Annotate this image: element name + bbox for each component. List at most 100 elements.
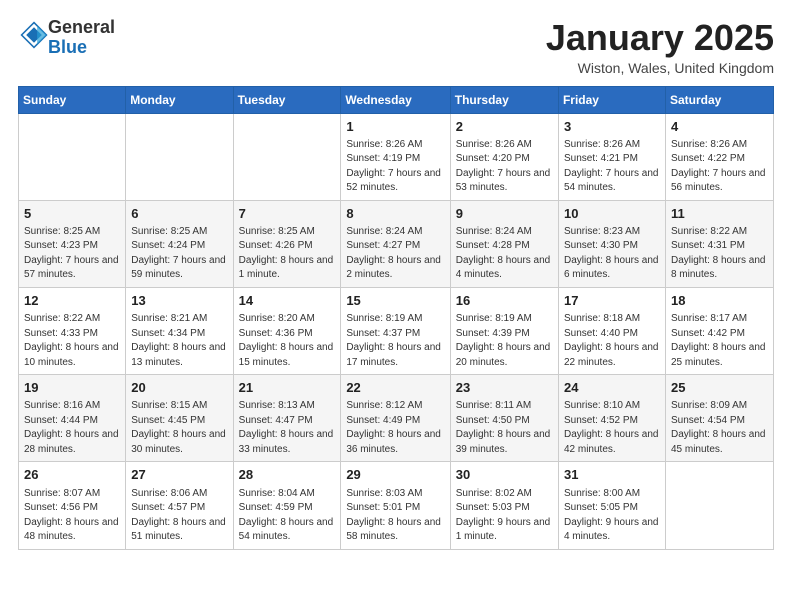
day-number: 20 [131, 379, 227, 397]
day-number: 10 [564, 205, 660, 223]
location: Wiston, Wales, United Kingdom [546, 60, 774, 76]
week-row-5: 26 Sunrise: 8:07 AM Sunset: 4:56 PM Dayli… [19, 462, 774, 549]
day-number: 30 [456, 466, 553, 484]
day-info: Sunrise: 8:03 AM Sunset: 5:01 PM Dayligh… [346, 487, 444, 545]
day-info: Sunrise: 8:07 AM Sunset: 4:56 PM Dayligh… [24, 487, 120, 545]
header-sunday: Sunday [19, 86, 126, 113]
calendar-cell: 21Sunrise: 8:13 AM Sunset: 4:47 PM Dayli… [233, 375, 341, 462]
calendar-cell: 22Sunrise: 8:12 AM Sunset: 4:49 PM Dayli… [341, 375, 450, 462]
day-number: 16 [456, 292, 553, 310]
day-info: Sunrise: 8:17 AM Sunset: 4:42 PM Dayligh… [671, 312, 768, 370]
day-number: 11 [671, 205, 768, 223]
calendar-cell [126, 113, 233, 200]
weekday-header-row: Sunday Monday Tuesday Wednesday Thursday… [19, 86, 774, 113]
day-info: Sunrise: 8:26 AM Sunset: 4:19 PM Dayligh… [346, 138, 444, 196]
calendar-cell: 26 Sunrise: 8:07 AM Sunset: 4:56 PM Dayli… [19, 462, 126, 549]
calendar-cell: 9 Sunrise: 8:24 AM Sunset: 4:28 PM Daylig… [450, 200, 558, 287]
calendar-cell: 8Sunrise: 8:24 AM Sunset: 4:27 PM Daylig… [341, 200, 450, 287]
calendar-cell [233, 113, 341, 200]
day-number: 24 [564, 379, 660, 397]
day-number: 22 [346, 379, 444, 397]
day-info: Sunrise: 8:19 AM Sunset: 4:37 PM Dayligh… [346, 312, 444, 370]
logo-blue-text: Blue [48, 37, 87, 57]
calendar-cell: 28 Sunrise: 8:04 AM Sunset: 4:59 PM Dayli… [233, 462, 341, 549]
day-info: Sunrise: 8:26 AM Sunset: 4:22 PM Dayligh… [671, 138, 768, 196]
day-info: Sunrise: 8:15 AM Sunset: 4:45 PM Dayligh… [131, 399, 227, 457]
header-saturday: Saturday [665, 86, 773, 113]
calendar-cell: 16Sunrise: 8:19 AM Sunset: 4:39 PM Dayli… [450, 287, 558, 374]
day-number: 28 [239, 466, 336, 484]
day-number: 31 [564, 466, 660, 484]
calendar-cell: 14 Sunrise: 8:20 AM Sunset: 4:36 PM Dayli… [233, 287, 341, 374]
day-number: 14 [239, 292, 336, 310]
day-info: Sunrise: 8:13 AM Sunset: 4:47 PM Dayligh… [239, 399, 336, 457]
calendar-cell: 20 Sunrise: 8:15 AM Sunset: 4:45 PM Dayli… [126, 375, 233, 462]
logo: General Blue [18, 18, 115, 58]
calendar-cell: 19 Sunrise: 8:16 AM Sunset: 4:44 PM Dayli… [19, 375, 126, 462]
calendar-cell: 17 Sunrise: 8:18 AM Sunset: 4:40 PM Dayli… [558, 287, 665, 374]
page: General Blue January 2025 Wiston, Wales,… [0, 0, 792, 560]
day-number: 9 [456, 205, 553, 223]
calendar-cell: 7Sunrise: 8:25 AM Sunset: 4:26 PM Daylig… [233, 200, 341, 287]
calendar-cell: 27Sunrise: 8:06 AM Sunset: 4:57 PM Dayli… [126, 462, 233, 549]
day-info: Sunrise: 8:00 AM Sunset: 5:05 PM Dayligh… [564, 487, 660, 545]
day-info: Sunrise: 8:02 AM Sunset: 5:03 PM Dayligh… [456, 487, 553, 545]
day-number: 3 [564, 118, 660, 136]
day-info: Sunrise: 8:11 AM Sunset: 4:50 PM Dayligh… [456, 399, 553, 457]
day-info: Sunrise: 8:16 AM Sunset: 4:44 PM Dayligh… [24, 399, 120, 457]
day-number: 18 [671, 292, 768, 310]
day-number: 8 [346, 205, 444, 223]
day-number: 7 [239, 205, 336, 223]
calendar-cell: 4 Sunrise: 8:26 AM Sunset: 4:22 PM Daylig… [665, 113, 773, 200]
calendar-cell: 30 Sunrise: 8:02 AM Sunset: 5:03 PM Dayli… [450, 462, 558, 549]
day-number: 12 [24, 292, 120, 310]
calendar-cell: 15 Sunrise: 8:19 AM Sunset: 4:37 PM Dayli… [341, 287, 450, 374]
day-number: 19 [24, 379, 120, 397]
calendar-cell: 2 Sunrise: 8:26 AM Sunset: 4:20 PM Daylig… [450, 113, 558, 200]
week-row-4: 19 Sunrise: 8:16 AM Sunset: 4:44 PM Dayli… [19, 375, 774, 462]
week-row-2: 5 Sunrise: 8:25 AM Sunset: 4:23 PM Daylig… [19, 200, 774, 287]
day-info: Sunrise: 8:26 AM Sunset: 4:20 PM Dayligh… [456, 138, 553, 196]
calendar-cell: 25Sunrise: 8:09 AM Sunset: 4:54 PM Dayli… [665, 375, 773, 462]
header-wednesday: Wednesday [341, 86, 450, 113]
calendar-cell: 6Sunrise: 8:25 AM Sunset: 4:24 PM Daylig… [126, 200, 233, 287]
day-number: 5 [24, 205, 120, 223]
calendar-cell [665, 462, 773, 549]
day-info: Sunrise: 8:26 AM Sunset: 4:21 PM Dayligh… [564, 138, 660, 196]
day-info: Sunrise: 8:18 AM Sunset: 4:40 PM Dayligh… [564, 312, 660, 370]
calendar-cell: 13 Sunrise: 8:21 AM Sunset: 4:34 PM Dayli… [126, 287, 233, 374]
day-info: Sunrise: 8:24 AM Sunset: 4:28 PM Dayligh… [456, 225, 553, 283]
day-number: 26 [24, 466, 120, 484]
day-number: 4 [671, 118, 768, 136]
calendar-cell [19, 113, 126, 200]
day-info: Sunrise: 8:10 AM Sunset: 4:52 PM Dayligh… [564, 399, 660, 457]
calendar-cell: 24 Sunrise: 8:10 AM Sunset: 4:52 PM Dayli… [558, 375, 665, 462]
day-number: 13 [131, 292, 227, 310]
month-title: January 2025 [546, 18, 774, 58]
day-info: Sunrise: 8:22 AM Sunset: 4:31 PM Dayligh… [671, 225, 768, 283]
day-number: 17 [564, 292, 660, 310]
day-info: Sunrise: 8:04 AM Sunset: 4:59 PM Dayligh… [239, 487, 336, 545]
calendar-cell: 29 Sunrise: 8:03 AM Sunset: 5:01 PM Dayli… [341, 462, 450, 549]
calendar-cell: 10 Sunrise: 8:23 AM Sunset: 4:30 PM Dayli… [558, 200, 665, 287]
day-info: Sunrise: 8:21 AM Sunset: 4:34 PM Dayligh… [131, 312, 227, 370]
logo-icon [20, 21, 48, 49]
week-row-1: 1 Sunrise: 8:26 AM Sunset: 4:19 PM Daylig… [19, 113, 774, 200]
calendar: Sunday Monday Tuesday Wednesday Thursday… [18, 86, 774, 550]
day-number: 1 [346, 118, 444, 136]
day-info: Sunrise: 8:23 AM Sunset: 4:30 PM Dayligh… [564, 225, 660, 283]
week-row-3: 12Sunrise: 8:22 AM Sunset: 4:33 PM Dayli… [19, 287, 774, 374]
day-number: 29 [346, 466, 444, 484]
header-thursday: Thursday [450, 86, 558, 113]
day-info: Sunrise: 8:09 AM Sunset: 4:54 PM Dayligh… [671, 399, 768, 457]
calendar-cell: 23Sunrise: 8:11 AM Sunset: 4:50 PM Dayli… [450, 375, 558, 462]
day-info: Sunrise: 8:20 AM Sunset: 4:36 PM Dayligh… [239, 312, 336, 370]
calendar-cell: 11 Sunrise: 8:22 AM Sunset: 4:31 PM Dayli… [665, 200, 773, 287]
day-number: 2 [456, 118, 553, 136]
title-block: January 2025 Wiston, Wales, United Kingd… [546, 18, 774, 76]
day-number: 15 [346, 292, 444, 310]
calendar-cell: 12Sunrise: 8:22 AM Sunset: 4:33 PM Dayli… [19, 287, 126, 374]
logo-general: General [48, 17, 115, 37]
header-monday: Monday [126, 86, 233, 113]
day-info: Sunrise: 8:25 AM Sunset: 4:23 PM Dayligh… [24, 225, 120, 283]
